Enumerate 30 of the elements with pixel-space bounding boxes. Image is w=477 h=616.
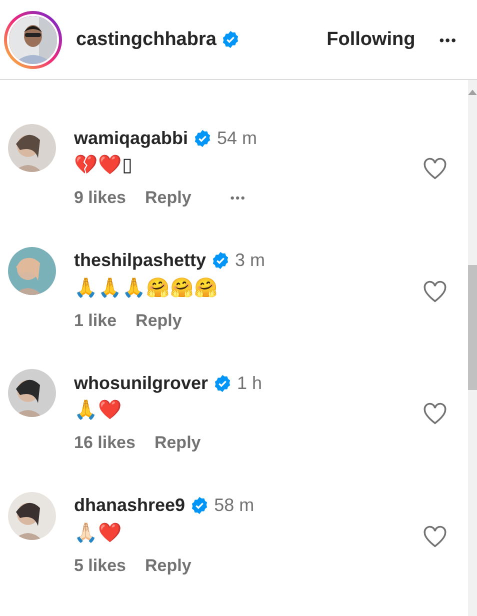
likes-count[interactable]: 1 like (74, 310, 117, 330)
heart-icon[interactable] (422, 524, 448, 550)
scrollbar[interactable] (468, 80, 477, 616)
likes-count[interactable]: 9 likes (74, 188, 126, 208)
comment-text: 🙏🙏🙏🤗🤗🤗 (74, 276, 219, 300)
comment-text: 💔❤▯ (74, 153, 134, 178)
username[interactable]: theshilpashetty (74, 250, 206, 271)
comment-text: 🙏❤ (74, 398, 123, 423)
likes-count[interactable]: 16 likes (74, 433, 136, 453)
following-button[interactable]: Following (326, 28, 416, 50)
reply-link[interactable]: Reply (145, 556, 192, 576)
comment-time: 1 h (237, 372, 262, 394)
username[interactable]: dhanashree9 (74, 495, 186, 516)
reply-link[interactable]: Reply (154, 433, 201, 453)
reply-link[interactable]: Reply (145, 188, 192, 208)
comment-time: 3 m (235, 250, 266, 271)
username[interactable]: whosunilgrover (74, 372, 208, 394)
comment-time: 54 m (217, 128, 258, 148)
heart-icon[interactable] (422, 156, 448, 182)
more-options-button[interactable]: ••• (439, 32, 457, 48)
heart-icon[interactable] (422, 401, 448, 427)
comment-time: 58 m (214, 495, 254, 516)
username[interactable]: wamiqagabbi (74, 128, 188, 148)
comment-text: 🙏🏻❤ (74, 520, 123, 546)
heart-icon[interactable] (422, 278, 448, 304)
reply-link[interactable]: Reply (136, 310, 182, 330)
more-options-button[interactable]: ••• (230, 191, 246, 205)
username[interactable]: castingchhabra (76, 28, 216, 50)
likes-count[interactable]: 5 likes (74, 556, 126, 576)
scrollbar-thumb[interactable] (468, 265, 477, 390)
